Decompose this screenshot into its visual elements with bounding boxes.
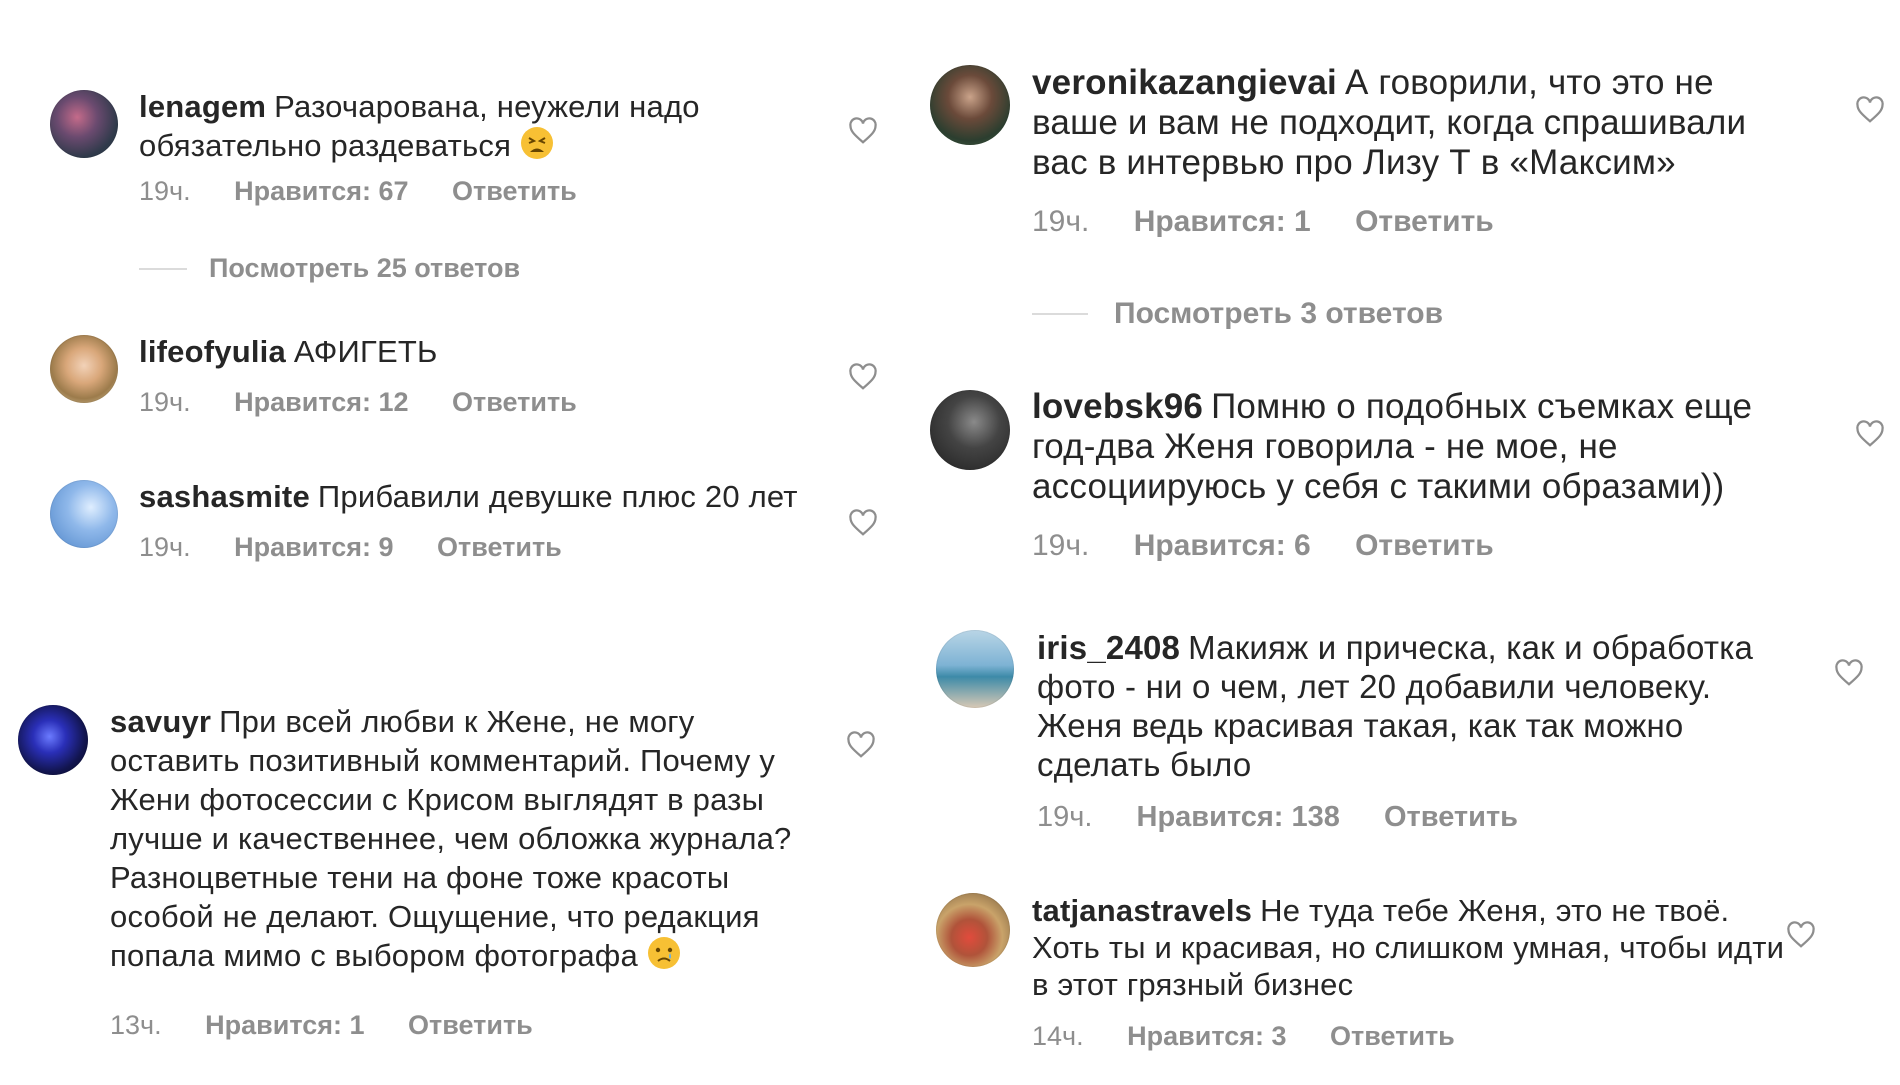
reply-button[interactable]: Ответить [1330,1021,1455,1051]
likes-count[interactable]: Нравится: 1 [205,1010,364,1040]
heart-icon[interactable] [1834,659,1864,687]
likes-count[interactable]: Нравится: 6 [1134,529,1311,562]
username[interactable]: lifeofyulia [139,334,286,369]
heart-icon[interactable] [848,117,878,145]
reply-button[interactable]: Ответить [408,1010,533,1040]
avatar[interactable] [936,630,1014,708]
avatar[interactable] [930,65,1010,145]
reply-button[interactable]: Ответить [1355,205,1494,238]
avatar[interactable] [50,480,118,548]
username[interactable]: iris_2408 [1037,629,1180,666]
timestamp: 19ч. [1032,205,1090,238]
username[interactable]: sashasmite [139,479,310,514]
reply-button[interactable]: Ответить [437,532,562,562]
view-replies-button[interactable]: Посмотреть 25 ответов [139,253,520,284]
reply-button[interactable]: Ответить [452,387,577,417]
comment-text: АФИГЕТЬ [293,334,438,369]
heart-icon[interactable] [846,731,876,759]
avatar[interactable] [50,335,118,403]
avatar[interactable] [50,90,118,158]
timestamp: 19ч. [139,387,191,417]
reply-button[interactable]: Ответить [1384,801,1518,833]
likes-count[interactable]: Нравится: 138 [1137,801,1340,833]
replies-divider [139,267,187,270]
reply-button[interactable]: Ответить [452,176,577,206]
comment-text: Прибавили девушке плюс 20 лет [317,479,798,514]
heart-icon[interactable] [1855,420,1885,448]
reply-button[interactable]: Ответить [1355,529,1494,562]
username[interactable]: savuyr [110,704,211,739]
replies-divider [1032,313,1088,315]
crying-face-emoji [647,936,681,979]
comment-text: При всей любви к Жене, не могу оставить … [110,704,792,973]
avatar[interactable] [18,705,88,775]
likes-count[interactable]: Нравится: 3 [1127,1021,1286,1051]
username[interactable]: veronikazangievai [1032,63,1337,102]
timestamp: 19ч. [1037,801,1093,833]
username[interactable]: lenagem [139,89,266,124]
timestamp: 19ч. [1032,529,1090,562]
timestamp: 19ч. [139,176,191,206]
view-replies-button[interactable]: Посмотреть 3 ответов [1032,297,1443,331]
heart-icon[interactable] [1855,96,1885,124]
timestamp: 13ч. [110,1010,162,1040]
likes-count[interactable]: Нравится: 1 [1134,205,1311,238]
avatar[interactable] [936,893,1010,967]
timestamp: 14ч. [1032,1021,1084,1051]
timestamp: 19ч. [139,532,191,562]
likes-count[interactable]: Нравится: 12 [234,387,408,417]
heart-icon[interactable] [848,363,878,391]
heart-icon[interactable] [848,509,878,537]
likes-count[interactable]: Нравится: 9 [234,532,393,562]
avatar[interactable] [930,390,1010,470]
tired-face-emoji [520,126,554,169]
username[interactable]: tatjanastravels [1032,893,1252,928]
heart-icon[interactable] [1786,921,1816,949]
likes-count[interactable]: Нравится: 67 [234,176,408,206]
username[interactable]: lovebsk96 [1032,387,1203,426]
